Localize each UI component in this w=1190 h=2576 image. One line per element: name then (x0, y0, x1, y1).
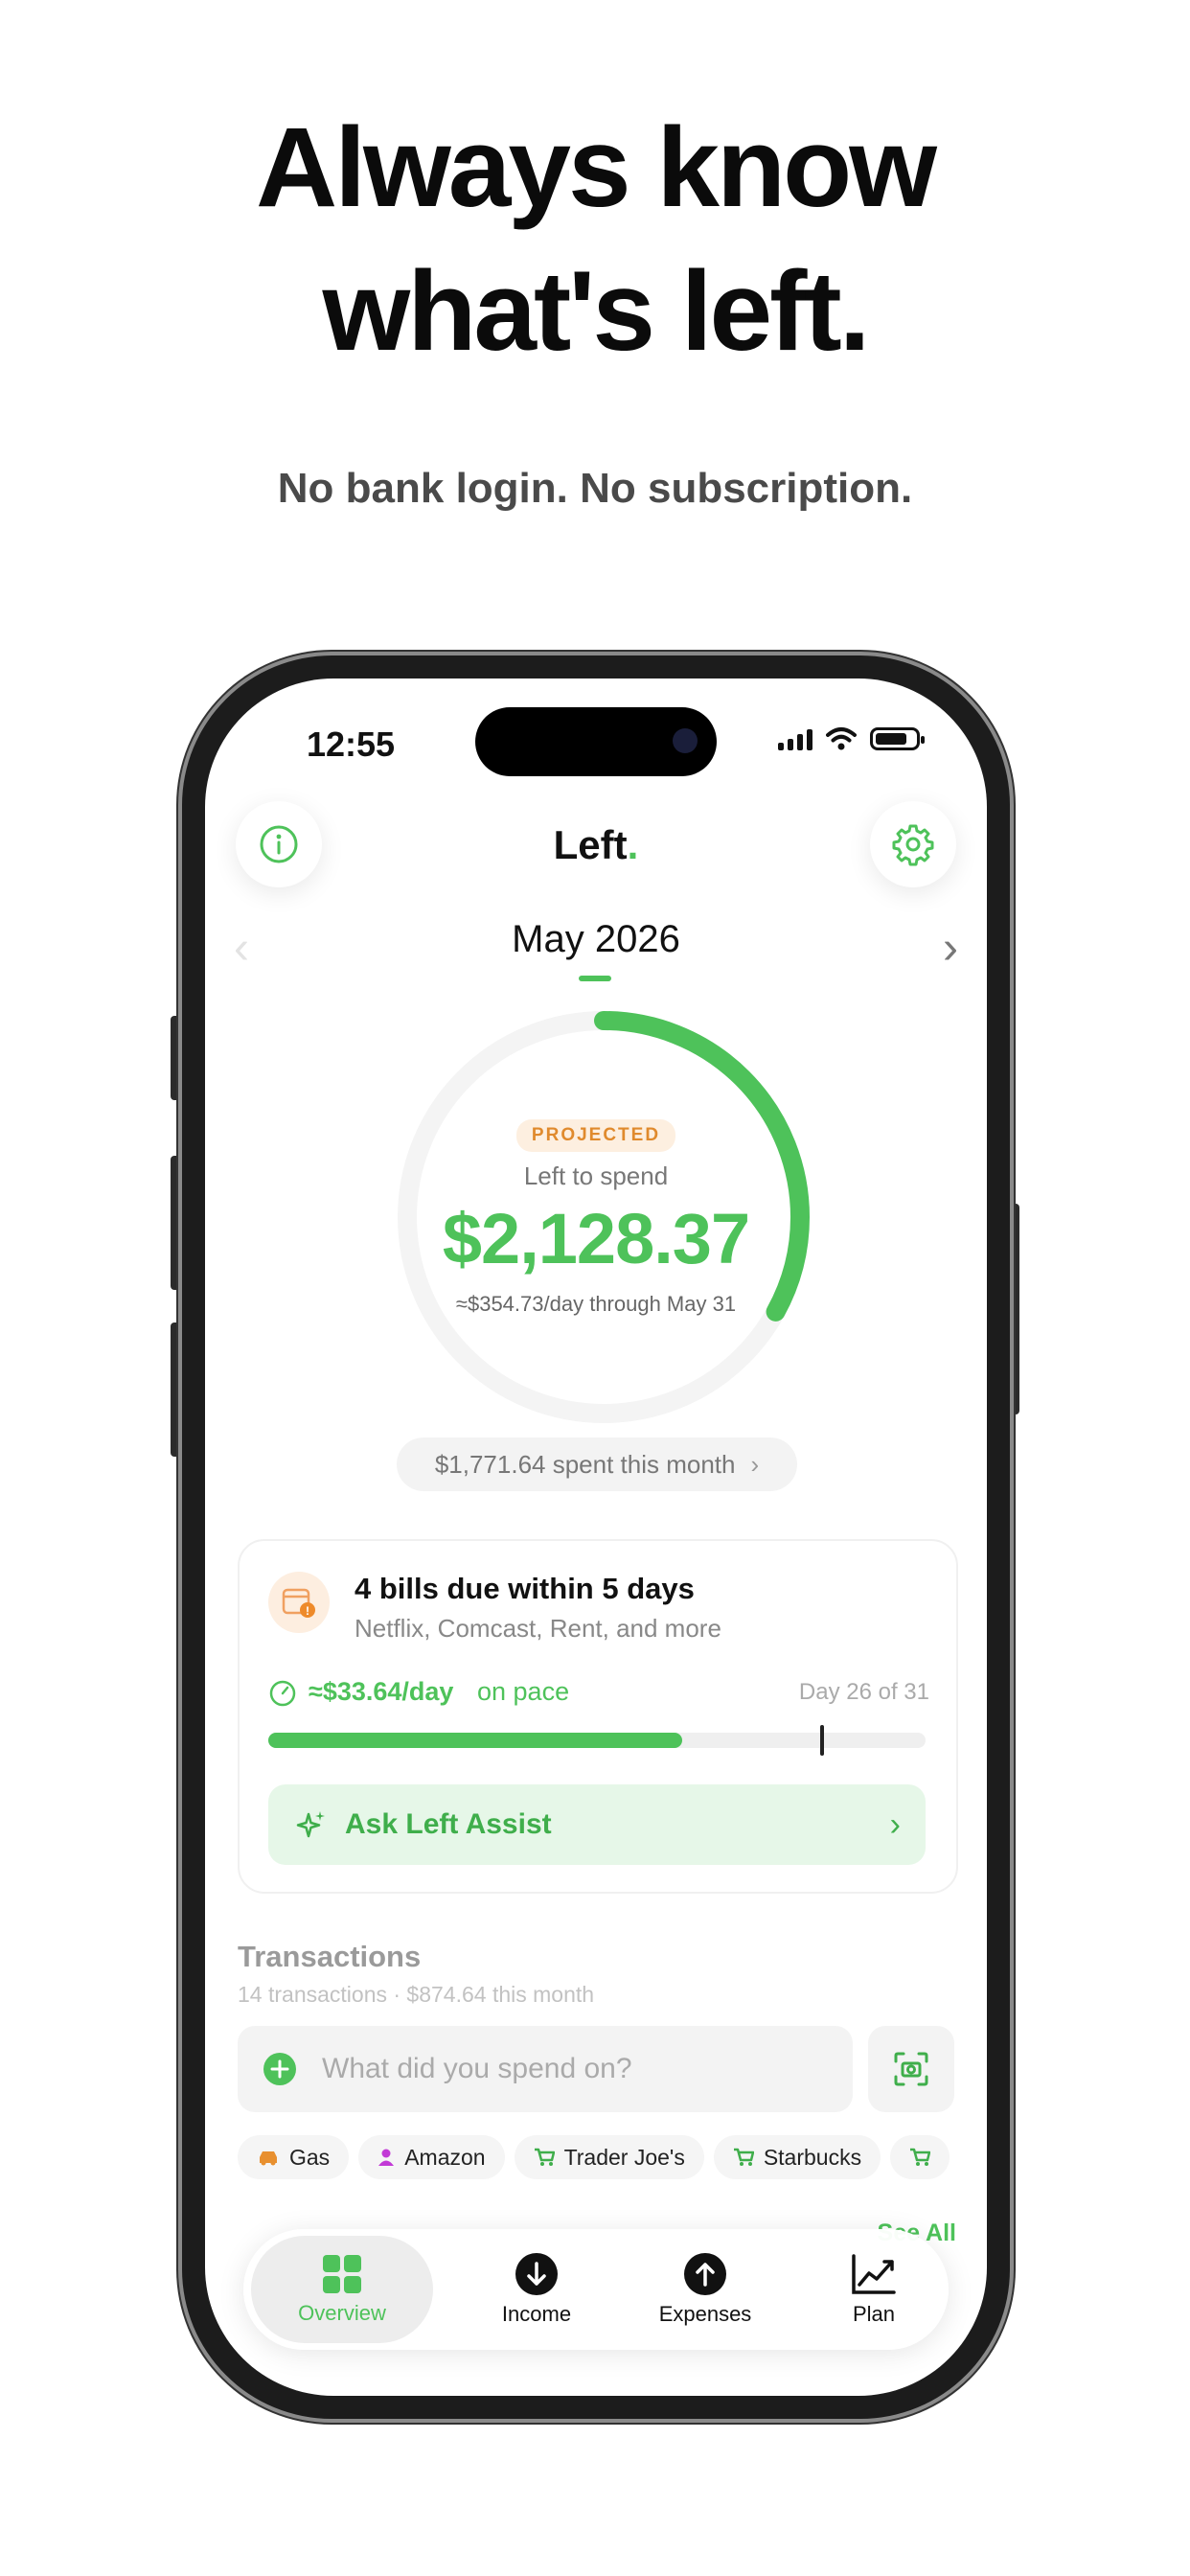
left-to-spend-amount: $2,128.37 (442, 1199, 750, 1278)
subheadline: No bank login. No subscription. (277, 465, 913, 512)
quick-category-chip-label: Trader Joe's (563, 2144, 685, 2170)
bills-calendar-icon: ! (268, 1572, 330, 1633)
status-icons (778, 726, 925, 751)
per-day-estimate: ≈$354.73/day through May 31 (455, 1292, 737, 1316)
sparkle-icon (296, 1811, 325, 1838)
headline-line-1: Always know (255, 104, 937, 231)
quick-category-chip-label: Starbucks (763, 2144, 862, 2170)
app-name-dot: . (627, 822, 639, 867)
grid-icon (323, 2255, 361, 2293)
scan-camera-icon (894, 2052, 928, 2086)
quick-category-chip[interactable]: Trader Joe's (514, 2135, 704, 2179)
settings-button[interactable] (870, 801, 956, 887)
bills-due-title: 4 bills due within 5 days (355, 1572, 695, 1605)
person-icon (378, 2148, 395, 2167)
cellular-signal-icon (778, 727, 812, 750)
tab-plan-label: Plan (852, 2302, 896, 2326)
tab-bar: Overview Income Expenses Plan (243, 2229, 949, 2350)
transactions-title: Transactions (238, 1940, 422, 1973)
headline-line-2: what's left. (322, 248, 870, 375)
camera-lens (673, 728, 698, 753)
gear-icon (892, 824, 934, 866)
phone-screen: 12:55 Left. ‹ May 2026 › PROJECTED Left … (205, 678, 987, 2396)
speedometer-icon (269, 1680, 296, 1707)
tab-plan[interactable]: Plan (786, 2229, 962, 2350)
pace-label: on pace (477, 1677, 570, 1706)
pace-row: ≈$33.64/day on pace Day 26 of 31 (268, 1677, 929, 1715)
status-time: 12:55 (307, 724, 396, 764)
scan-receipt-button[interactable] (868, 2026, 954, 2112)
cart-icon (909, 2148, 931, 2167)
transactions-subtitle: 14 transactions · $874.64 this month (238, 1982, 595, 2007)
spending-pace-fill (268, 1733, 683, 1748)
svg-text:!: ! (306, 1604, 309, 1618)
pace-amount: ≈$33.64/day (309, 1677, 454, 1706)
add-icon (263, 2053, 296, 2085)
arrow-up-circle-icon (684, 2253, 726, 2295)
wifi-icon (826, 727, 857, 750)
quick-category-chip-label: Amazon (404, 2144, 486, 2170)
month-label: May 2026 (512, 918, 680, 960)
chevron-right-icon: › (750, 1449, 760, 1479)
spending-pace-bar (268, 1725, 926, 1756)
bills-due-subtitle: Netflix, Comcast, Rent, and more (355, 1614, 721, 1643)
month-underline (579, 976, 611, 981)
quick-category-chip-label: Gas (289, 2144, 331, 2170)
spend-entry-field[interactable] (238, 2026, 853, 2112)
quick-category-chip[interactable]: Gas (238, 2135, 350, 2179)
headline: Always know what's left. (0, 96, 1190, 383)
spent-this-month-label: $1,771.64 spent this month (434, 1449, 736, 1479)
chevron-right-icon: › (889, 1806, 901, 1843)
today-marker (820, 1725, 825, 1756)
ask-left-assist-button[interactable]: Ask Left Assist › (268, 1784, 926, 1865)
quick-category-chip[interactable]: Amazon (358, 2135, 505, 2179)
spend-entry-input[interactable] (320, 2039, 822, 2099)
dynamic-island (475, 707, 717, 776)
arrow-down-circle-icon (515, 2253, 558, 2295)
day-of-month-label: Day 26 of 31 (798, 1679, 929, 1705)
projected-badge-label: PROJECTED (515, 1119, 676, 1152)
quick-category-chip[interactable] (890, 2135, 950, 2179)
quick-category-chip[interactable]: Starbucks (713, 2135, 881, 2179)
chart-line-icon (852, 2254, 896, 2294)
next-month-button[interactable]: › (943, 922, 958, 975)
tab-overview[interactable]: Overview (251, 2236, 433, 2343)
tab-expenses[interactable]: Expenses (617, 2229, 793, 2350)
tab-income[interactable]: Income (448, 2229, 625, 2350)
cart-icon (534, 2148, 555, 2167)
cart-icon (733, 2148, 754, 2167)
tab-expenses-label: Expenses (658, 2302, 752, 2326)
tab-income-label: Income (501, 2302, 572, 2326)
battery-icon (870, 727, 925, 750)
projected-badge: PROJECTED (205, 1119, 987, 1152)
spent-this-month-button[interactable]: $1,771.64 spent this month › (397, 1438, 797, 1491)
quick-category-chips: Gas Amazon Trader Joe's Starbucks (238, 2135, 950, 2179)
left-to-spend-label: Left to spend (523, 1162, 669, 1190)
ask-left-assist-label: Ask Left Assist (345, 1808, 552, 1840)
car-icon (257, 2148, 280, 2167)
bills-card[interactable]: ! 4 bills due within 5 days Netflix, Com… (238, 1539, 958, 1894)
app-name: Left (553, 822, 628, 867)
tab-overview-label: Overview (298, 2301, 386, 2325)
